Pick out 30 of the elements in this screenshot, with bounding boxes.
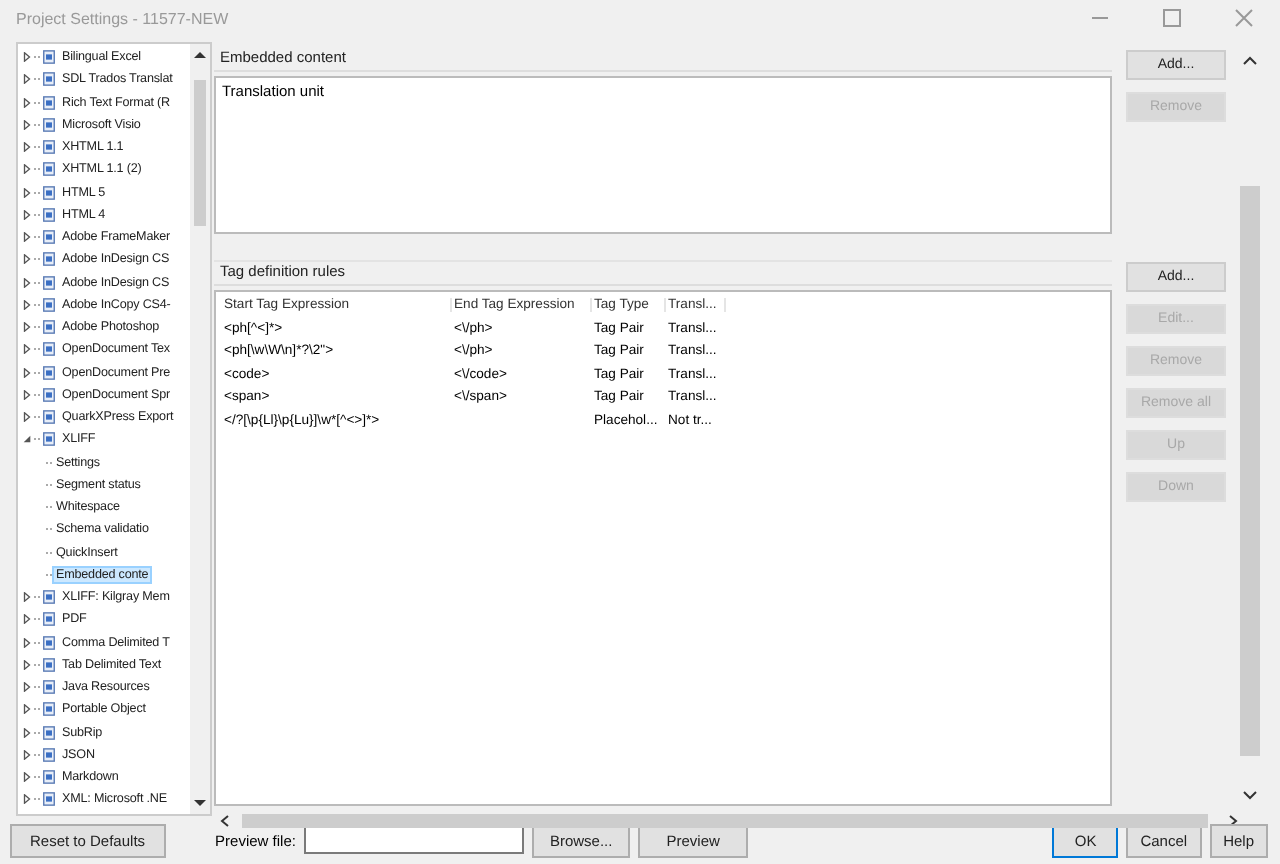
expand-arrow-icon[interactable] bbox=[22, 659, 32, 670]
preview-file-field[interactable] bbox=[303, 826, 524, 854]
expand-arrow-icon[interactable] bbox=[22, 97, 32, 108]
expand-arrow-icon[interactable] bbox=[22, 704, 32, 715]
expand-arrow-icon[interactable] bbox=[22, 299, 32, 310]
expand-arrow-icon[interactable] bbox=[22, 344, 32, 355]
collapse-arrow-icon[interactable] bbox=[22, 434, 32, 445]
expand-arrow-icon[interactable] bbox=[22, 749, 32, 760]
expand-arrow-icon[interactable] bbox=[22, 794, 32, 805]
expand-arrow-icon[interactable] bbox=[22, 187, 32, 198]
expand-arrow-icon[interactable] bbox=[22, 209, 32, 220]
expand-arrow-icon[interactable] bbox=[22, 772, 32, 783]
expand-arrow-icon[interactable] bbox=[22, 52, 32, 63]
expand-arrow-icon[interactable] bbox=[22, 682, 32, 693]
expand-arrow-icon[interactable] bbox=[22, 592, 32, 603]
expand-arrow-icon[interactable] bbox=[22, 164, 32, 175]
window-title: Project Settings - 11577-NEW bbox=[16, 9, 231, 27]
expand-arrow-icon[interactable] bbox=[22, 74, 32, 85]
expand-arrow-icon[interactable] bbox=[22, 367, 32, 378]
expand-arrow-icon[interactable] bbox=[22, 142, 32, 153]
expand-arrow-icon[interactable] bbox=[22, 614, 32, 625]
expand-arrow-icon[interactable] bbox=[22, 119, 32, 130]
expand-arrow-icon[interactable] bbox=[22, 637, 32, 648]
expand-arrow-icon[interactable] bbox=[22, 277, 32, 288]
expand-arrow-icon[interactable] bbox=[22, 254, 32, 265]
expand-arrow-icon[interactable] bbox=[22, 232, 32, 243]
expand-arrow-icon[interactable] bbox=[22, 727, 32, 738]
expand-arrow-icon[interactable] bbox=[22, 389, 32, 400]
expand-arrow-icon[interactable] bbox=[22, 412, 32, 423]
expand-arrow-icon[interactable] bbox=[22, 322, 32, 333]
